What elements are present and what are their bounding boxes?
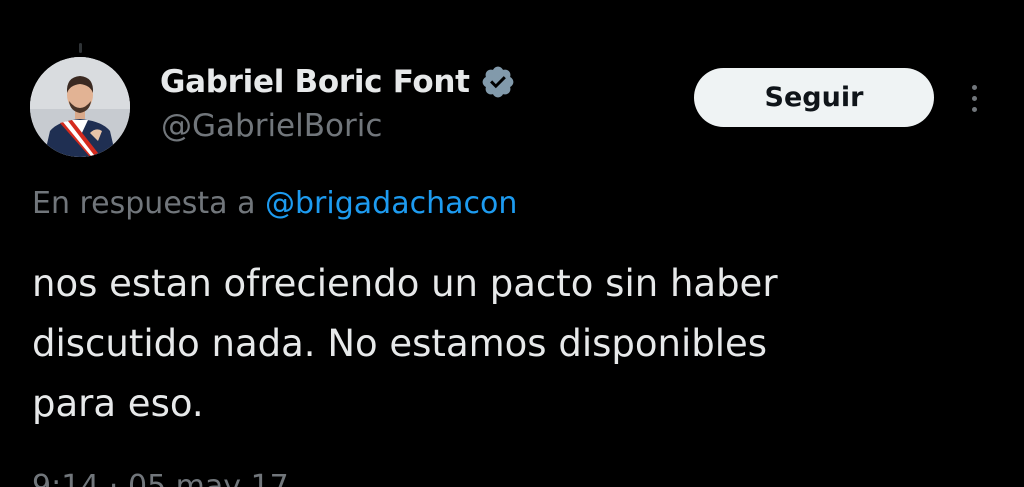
follow-button[interactable]: Seguir bbox=[694, 68, 934, 127]
more-dot bbox=[971, 106, 977, 112]
author-handle[interactable]: @GabrielBoric bbox=[161, 108, 382, 144]
more-vertical-icon[interactable] bbox=[956, 78, 992, 118]
tweet-timestamp[interactable]: 9:14 · 05 may 17 bbox=[32, 469, 289, 487]
avatar-portrait bbox=[30, 57, 130, 157]
author-name-row: Gabriel Boric Font bbox=[160, 60, 516, 104]
reply-context-prefix: En respuesta a bbox=[32, 186, 266, 221]
reply-mention-link[interactable]: @brigadachacon bbox=[265, 186, 517, 221]
tweet-view: Gabriel Boric Font @GabrielBoric Seguir … bbox=[0, 0, 1024, 487]
reply-context: En respuesta a @brigadachacon bbox=[32, 186, 517, 221]
thread-connector-line bbox=[79, 43, 82, 53]
more-dot bbox=[971, 95, 977, 101]
tweet-text: nos estan ofreciendo un pacto sin haber … bbox=[32, 262, 778, 425]
verified-badge-icon[interactable] bbox=[480, 64, 516, 100]
avatar[interactable] bbox=[30, 57, 130, 157]
author-display-name[interactable]: Gabriel Boric Font bbox=[160, 64, 470, 100]
more-dot bbox=[971, 84, 977, 90]
